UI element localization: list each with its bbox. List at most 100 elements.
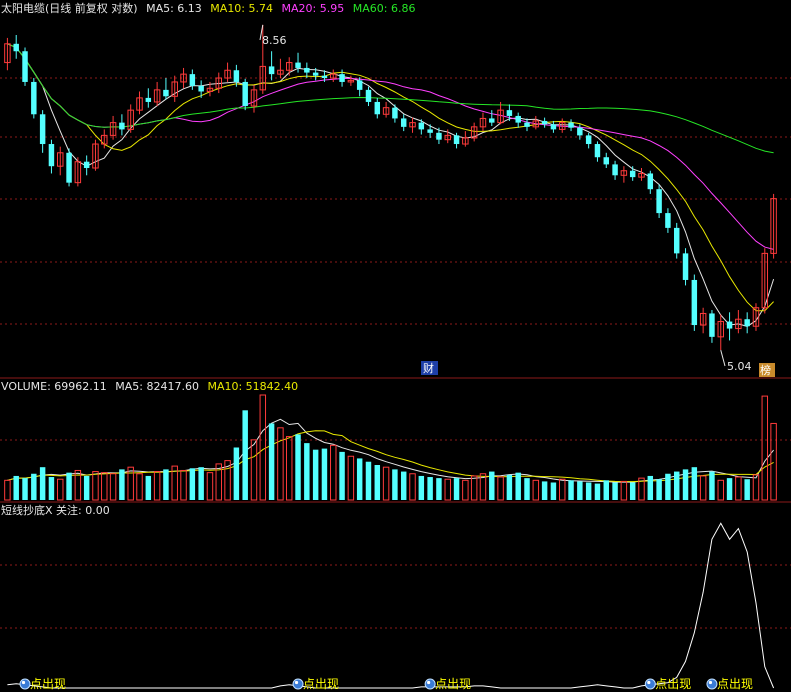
candle-body	[550, 124, 557, 130]
signal-label: 点出现	[303, 677, 339, 691]
bang-badge[interactable]: 榜	[760, 363, 771, 377]
ma60-value: MA60: 6.86	[352, 2, 416, 15]
volume-bar	[83, 475, 90, 500]
volume-bar	[312, 449, 319, 500]
indicator-header: 短线抄底X 关注: 0.00	[1, 504, 115, 518]
volume-bar	[541, 481, 548, 500]
volume-bar	[109, 473, 117, 501]
candle-body	[48, 144, 55, 167]
candle-body	[339, 74, 345, 82]
volume-bar	[453, 478, 460, 500]
volume-bar	[206, 472, 214, 501]
signal-label: 点出现	[655, 677, 691, 691]
volume-bar	[665, 473, 671, 500]
candle-body	[506, 110, 513, 116]
candle-body	[612, 164, 618, 176]
volume-bar	[673, 471, 680, 500]
signal-dot	[706, 678, 718, 690]
cai-badge[interactable]: 财	[423, 361, 434, 375]
indicator-line	[7, 522, 775, 689]
candle-body	[418, 122, 425, 130]
candle-body	[577, 127, 583, 136]
candle-body	[665, 213, 671, 228]
high-price-label: 8.56	[262, 34, 287, 47]
volume-bar	[691, 467, 698, 500]
ma60-line	[7, 43, 774, 154]
volume-bar	[374, 465, 381, 500]
volume-bar	[31, 473, 37, 500]
signal-label: 点出现	[30, 677, 66, 691]
volume-bar	[559, 478, 566, 501]
volume-bar	[524, 478, 530, 500]
volume-bar	[444, 478, 451, 501]
candle-body	[744, 319, 750, 327]
signal-dot-highlight	[294, 680, 299, 685]
volume-ma5: MA5: 82417.60	[115, 380, 199, 393]
volume-bar	[119, 469, 125, 500]
candle-body	[365, 89, 372, 102]
signal-dot-highlight	[427, 680, 431, 685]
signal-dot-highlight	[708, 680, 713, 685]
signal-dot-highlight	[647, 680, 651, 685]
volume-bar	[233, 447, 240, 500]
volume-bar	[66, 472, 72, 500]
indicator-title: 短线抄底X 关注: 0.00	[1, 504, 110, 517]
stock-title: 太阳电缆(日线 前复权 对数)	[1, 2, 138, 15]
candle-body	[489, 118, 495, 123]
volume-bar	[709, 471, 715, 500]
volume-bar	[13, 475, 19, 500]
candle-body	[400, 118, 407, 127]
volume-bar	[101, 472, 108, 501]
volume-bar	[92, 471, 99, 501]
volume-bar	[770, 422, 777, 501]
volume-bar	[304, 443, 310, 500]
signal-label: 点出现	[435, 677, 471, 691]
candle-body	[726, 321, 733, 329]
volume-bar	[470, 475, 478, 501]
candle-body	[568, 122, 574, 128]
volume-bar	[515, 472, 521, 500]
candle-body	[656, 189, 662, 214]
volume-bar	[735, 476, 742, 501]
volume-bar	[409, 473, 416, 501]
volume-bar	[22, 478, 28, 500]
candle-body	[145, 97, 152, 102]
volume-value: VOLUME: 69962.11	[1, 380, 107, 393]
volume-bar	[48, 477, 55, 500]
volume-bar	[647, 475, 654, 500]
signal-dot	[292, 678, 304, 690]
candle-body	[709, 313, 715, 337]
volume-bar	[577, 481, 583, 500]
volume-bar	[285, 436, 293, 501]
volume-bar	[382, 466, 390, 501]
volume-bar	[392, 469, 398, 500]
volume-bar	[198, 467, 204, 500]
volume-bar	[436, 478, 442, 500]
volume-bar	[145, 475, 152, 500]
candle-body	[66, 152, 72, 183]
candle-body	[119, 122, 125, 130]
volume-bar	[259, 394, 267, 501]
candle-body	[13, 43, 19, 52]
candle-body	[198, 85, 204, 92]
volume-bar	[57, 478, 64, 501]
candle-body	[585, 135, 592, 145]
volume-bar	[489, 471, 495, 500]
low-price-label: 5.04	[727, 360, 752, 373]
candle-body	[374, 101, 381, 115]
volume-ma10: MA10: 51842.40	[207, 380, 299, 393]
volume-bar	[612, 482, 618, 500]
candle-body	[268, 66, 275, 75]
candle-body	[321, 75, 328, 79]
candle-body	[629, 170, 636, 178]
volume-bar	[127, 466, 134, 501]
candle-body	[436, 132, 442, 140]
candle-body	[453, 135, 460, 145]
candle-body	[594, 144, 601, 158]
candle-body	[515, 115, 521, 123]
candle-body	[22, 51, 28, 82]
candle-body	[673, 227, 680, 254]
volume-bar	[656, 479, 662, 500]
candlesticks	[4, 24, 777, 351]
volume-bar	[295, 434, 301, 500]
